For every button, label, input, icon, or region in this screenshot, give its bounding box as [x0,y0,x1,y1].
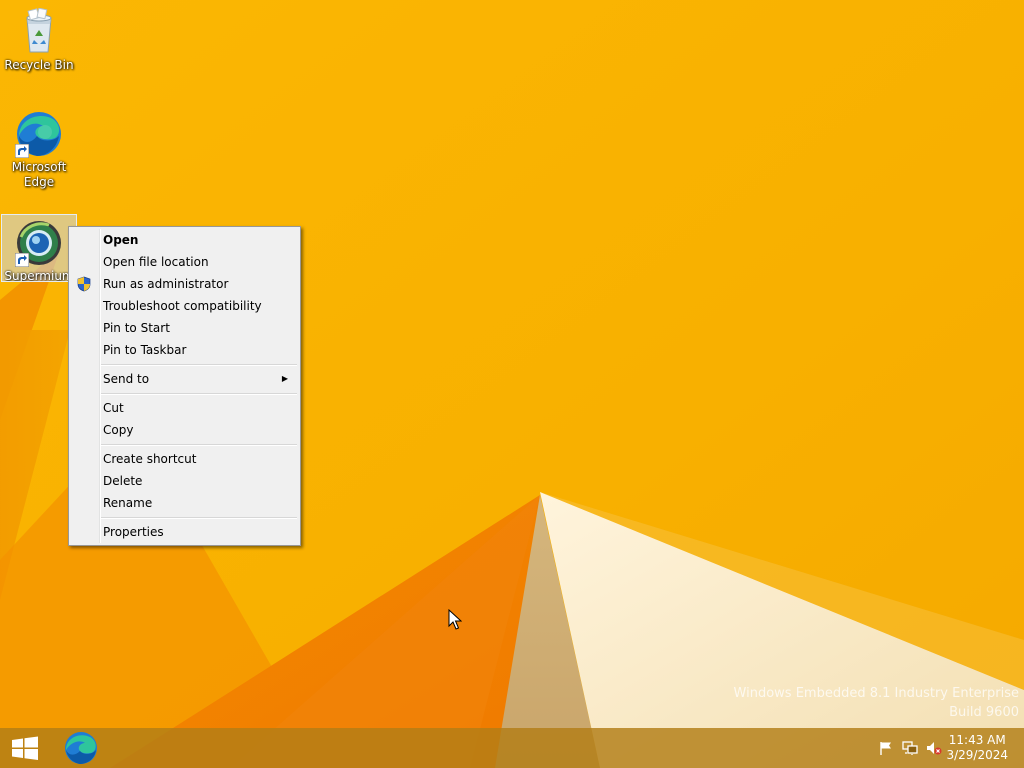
menu-item-label: Troubleshoot compatibility [103,299,262,313]
menu-item-label: Rename [103,496,153,510]
menu-item-send-to[interactable]: Send to ▶ [71,368,298,390]
edge-icon [65,732,97,764]
shortcut-arrow-icon [15,253,29,267]
menu-item-copy[interactable]: Copy [71,419,298,441]
menu-item-label: Pin to Taskbar [103,343,187,357]
volume-muted-icon[interactable] [926,740,942,756]
menu-item-label: Open file location [103,255,209,269]
desktop-icon-recycle-bin[interactable]: Recycle Bin [1,4,77,73]
desktop-icon-label: Supermium [4,269,74,282]
menu-item-label: Copy [103,423,134,437]
menu-separator [71,361,298,368]
menu-item-label: Open [103,233,139,247]
mouse-cursor-icon [448,609,462,630]
menu-item-open[interactable]: Open [71,229,298,251]
menu-item-label: Run as administrator [103,277,229,291]
menu-item-troubleshoot-compatibility[interactable]: Troubleshoot compatibility [71,295,298,317]
menu-item-pin-to-taskbar[interactable]: Pin to Taskbar [71,339,298,361]
desktop-icon-label: Microsoft Edge [11,160,67,189]
taskbar: 11:43 AM 3/29/2024 [0,728,1024,768]
menu-separator [71,441,298,448]
shortcut-arrow-icon [15,144,29,158]
menu-item-properties[interactable]: Properties [71,521,298,543]
menu-item-delete[interactable]: Delete [71,470,298,492]
submenu-arrow-icon: ▶ [281,374,288,383]
menu-item-run-as-administrator[interactable]: Run as administrator [71,273,298,295]
watermark-edition: Windows Embedded 8.1 Industry Enterprise [733,686,1019,701]
menu-separator [71,390,298,397]
network-icon[interactable] [902,740,918,756]
menu-item-pin-to-start[interactable]: Pin to Start [71,317,298,339]
start-button[interactable] [0,728,50,768]
watermark-build: Build 9600 [949,705,1019,720]
clock-time: 11:43 AM [948,733,1006,747]
clock-date: 3/29/2024 [946,748,1008,762]
action-center-flag-icon[interactable] [878,740,894,756]
uac-shield-icon [77,276,91,292]
menu-item-label: Cut [103,401,124,415]
context-menu: Open Open file location Run as administr… [68,226,301,546]
recycle-bin-icon [26,7,52,53]
menu-item-open-file-location[interactable]: Open file location [71,251,298,273]
menu-item-label: Send to [103,372,150,386]
desktop-icon-supermium[interactable]: Supermium [1,214,77,282]
menu-item-label: Properties [103,525,164,539]
system-tray: 11:43 AM 3/29/2024 [864,728,1024,768]
desktop[interactable]: Recycle Bin Microsoft Edge Supermium Ope… [0,0,1024,768]
menu-item-cut[interactable]: Cut [71,397,298,419]
desktop-icon-microsoft-edge[interactable]: Microsoft Edge [1,106,77,190]
taskbar-button-edge[interactable] [58,728,104,768]
taskbar-clock[interactable]: 11:43 AM 3/29/2024 [946,733,1008,763]
menu-item-label: Delete [103,474,143,488]
menu-item-label: Create shortcut [103,452,197,466]
menu-item-rename[interactable]: Rename [71,492,298,514]
os-watermark: Windows Embedded 8.1 Industry Enterprise… [734,684,1019,722]
desktop-icon-label: Recycle Bin [4,58,74,72]
menu-item-create-shortcut[interactable]: Create shortcut [71,448,298,470]
menu-item-label: Pin to Start [103,321,170,335]
menu-separator [71,514,298,521]
windows-logo-icon [12,736,38,760]
